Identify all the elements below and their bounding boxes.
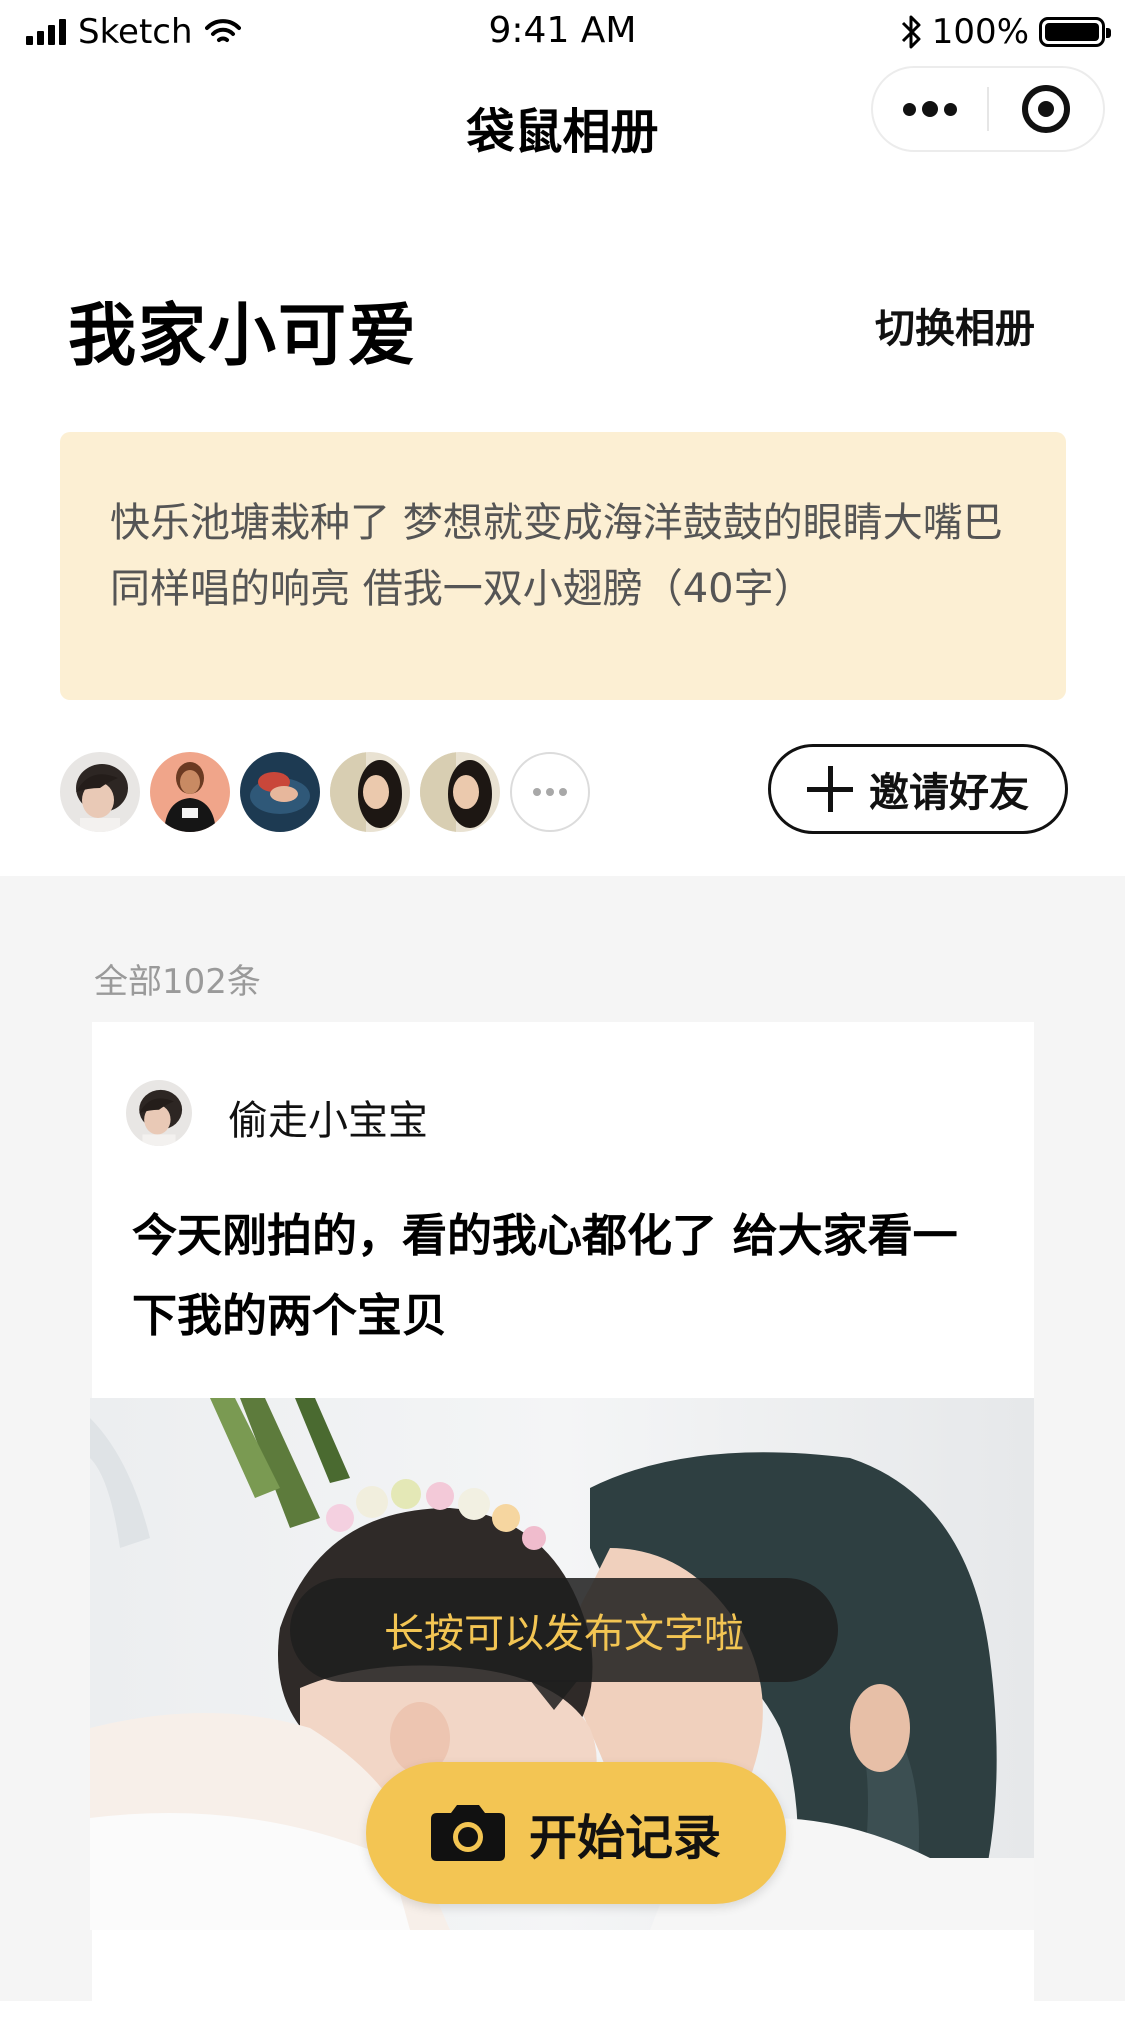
bluetooth-icon <box>901 15 921 49</box>
start-recording-button[interactable]: 开始记录 <box>366 1762 786 1904</box>
invite-label: 邀请好友 <box>869 770 1029 816</box>
battery-icon <box>1039 17 1111 47</box>
album-title: 我家小可爱 <box>68 297 419 376</box>
switch-album-button[interactable]: 切换相册 <box>875 296 1035 354</box>
hint-tooltip: 长按可以发布文字啦 <box>290 1578 838 1682</box>
total-count: 全部102条 <box>94 962 261 1002</box>
status-bar-right: 100% <box>900 8 1111 56</box>
more-menu-button[interactable] <box>873 68 987 150</box>
record-button-label: 开始记录 <box>528 1810 721 1866</box>
tooltip-arrow <box>530 1680 578 1710</box>
post-author-avatar[interactable] <box>126 1080 192 1146</box>
close-mini-program-button[interactable] <box>989 68 1103 150</box>
post-text: 今天刚拍的，看的我心都化了 给大家看一下我的两个宝贝 <box>132 1209 958 1342</box>
album-description: 快乐池塘栽种了 梦想就变成海洋鼓鼓的眼睛大嘴巴 同样唱的响亮 借我一双小翅膀（4… <box>60 432 1066 700</box>
post-author-name[interactable]: 偷走小宝宝 <box>228 1088 428 1146</box>
camera-icon <box>430 1805 505 1861</box>
invite-friends-button[interactable]: 邀请好友 <box>768 744 1068 834</box>
member-avatar[interactable] <box>330 752 410 832</box>
battery-percent: 100% <box>931 12 1029 52</box>
member-avatar[interactable] <box>240 752 320 832</box>
member-avatar[interactable] <box>150 752 230 832</box>
mini-program-capsule <box>871 66 1105 152</box>
plus-icon <box>807 766 853 812</box>
target-icon <box>1022 85 1070 133</box>
more-members-button[interactable] <box>510 752 590 832</box>
member-avatar[interactable] <box>60 752 140 832</box>
member-avatar[interactable] <box>420 752 500 832</box>
